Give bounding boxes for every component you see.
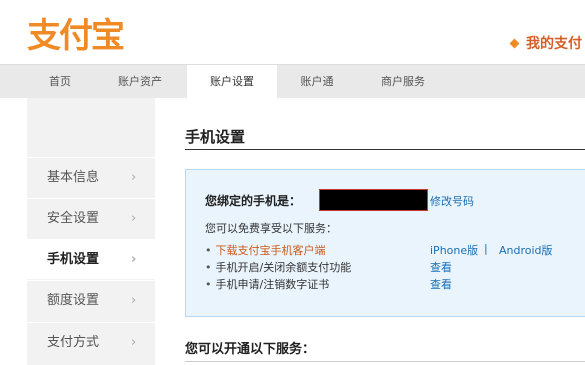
action-separator: | xyxy=(484,242,488,255)
nav-account-settings[interactable]: 账户设置 xyxy=(187,65,277,98)
sidebar-item-label: 支付方式 xyxy=(47,335,100,350)
view-balance-payment-link[interactable]: 查看 xyxy=(430,259,452,275)
title-divider xyxy=(185,149,585,150)
bound-phone-number-redacted xyxy=(319,189,428,211)
main-content: 手机设置 您绑定的手机是： 修改号码 您可以免费享受以下服务： • 下载支付宝手机… xyxy=(185,98,585,365)
chevron-right-icon: › xyxy=(131,293,137,308)
chevron-right-icon: › xyxy=(131,335,137,350)
bottom-divider xyxy=(185,361,585,362)
download-client-link[interactable]: 下载支付宝手机客户端 xyxy=(216,244,326,257)
nav-merchant-services[interactable]: 商户服务 xyxy=(366,65,440,98)
chevron-right-icon: › xyxy=(131,211,137,226)
sidebar-item-basic-info[interactable]: 基本信息 › xyxy=(27,157,155,197)
sidebar: 基本信息 › 安全设置 › 手机设置 › 额度设置 › 支付方式 › xyxy=(27,98,155,365)
sidebar-item-label: 安全设置 xyxy=(47,211,100,226)
digital-cert-service: 手机申请/注销数字证书 xyxy=(215,278,330,291)
page-title: 手机设置 xyxy=(185,128,246,146)
service-row-digital-cert: • 手机申请/注销数字证书 xyxy=(205,276,329,292)
sidebar-item-label: 额度设置 xyxy=(47,293,100,308)
sidebar-item-label: 基本信息 xyxy=(47,170,100,185)
my-alipay-label: 我的支付 xyxy=(526,36,582,52)
android-version-link[interactable]: Android版 xyxy=(499,242,553,258)
nav-account-pass[interactable]: 账户通 xyxy=(286,65,348,98)
diamond-icon xyxy=(509,38,520,49)
available-services-title: 您可以开通以下服务： xyxy=(185,342,316,357)
chevron-right-icon: › xyxy=(131,170,137,185)
bullet-icon: • xyxy=(205,244,212,257)
bullet-icon: • xyxy=(205,278,212,291)
sidebar-item-limit-settings[interactable]: 额度设置 › xyxy=(27,280,155,320)
sidebar-item-security[interactable]: 安全设置 › xyxy=(27,198,155,238)
sidebar-item-phone-settings[interactable]: 手机设置 › xyxy=(27,239,155,279)
alipay-logo[interactable]: 支付宝 xyxy=(27,8,125,56)
bound-phone-label: 您绑定的手机是： xyxy=(205,194,302,208)
balance-payment-service: 手机开启/关闭余额支付功能 xyxy=(215,261,352,274)
sidebar-item-payment-methods[interactable]: 支付方式 › xyxy=(27,322,155,362)
free-services-text: 您可以免费享受以下服务： xyxy=(205,222,337,235)
header: 支付宝 我的支付 xyxy=(0,0,585,64)
service-row-balance-payment: • 手机开启/关闭余额支付功能 xyxy=(205,259,351,275)
nav-account-assets[interactable]: 账户资产 xyxy=(104,65,176,98)
view-digital-cert-link[interactable]: 查看 xyxy=(430,276,452,292)
change-number-link[interactable]: 修改号码 xyxy=(430,193,474,209)
iphone-version-link[interactable]: iPhone版 xyxy=(430,242,478,258)
my-alipay-link[interactable]: 我的支付 xyxy=(509,33,582,53)
chevron-right-icon: › xyxy=(131,252,137,267)
logo-text: 支付宝 xyxy=(27,15,125,56)
phone-info-panel: 您绑定的手机是： 修改号码 您可以免费享受以下服务： • 下载支付宝手机客户端 i… xyxy=(185,169,585,317)
bullet-icon: • xyxy=(205,261,212,274)
service-row-download-client: • 下载支付宝手机客户端 xyxy=(205,242,326,258)
nav-home[interactable]: 首页 xyxy=(27,65,93,98)
sidebar-item-label: 手机设置 xyxy=(47,252,100,267)
top-nav: 首页 账户资产 账户设置 账户通 商户服务 xyxy=(0,64,585,98)
